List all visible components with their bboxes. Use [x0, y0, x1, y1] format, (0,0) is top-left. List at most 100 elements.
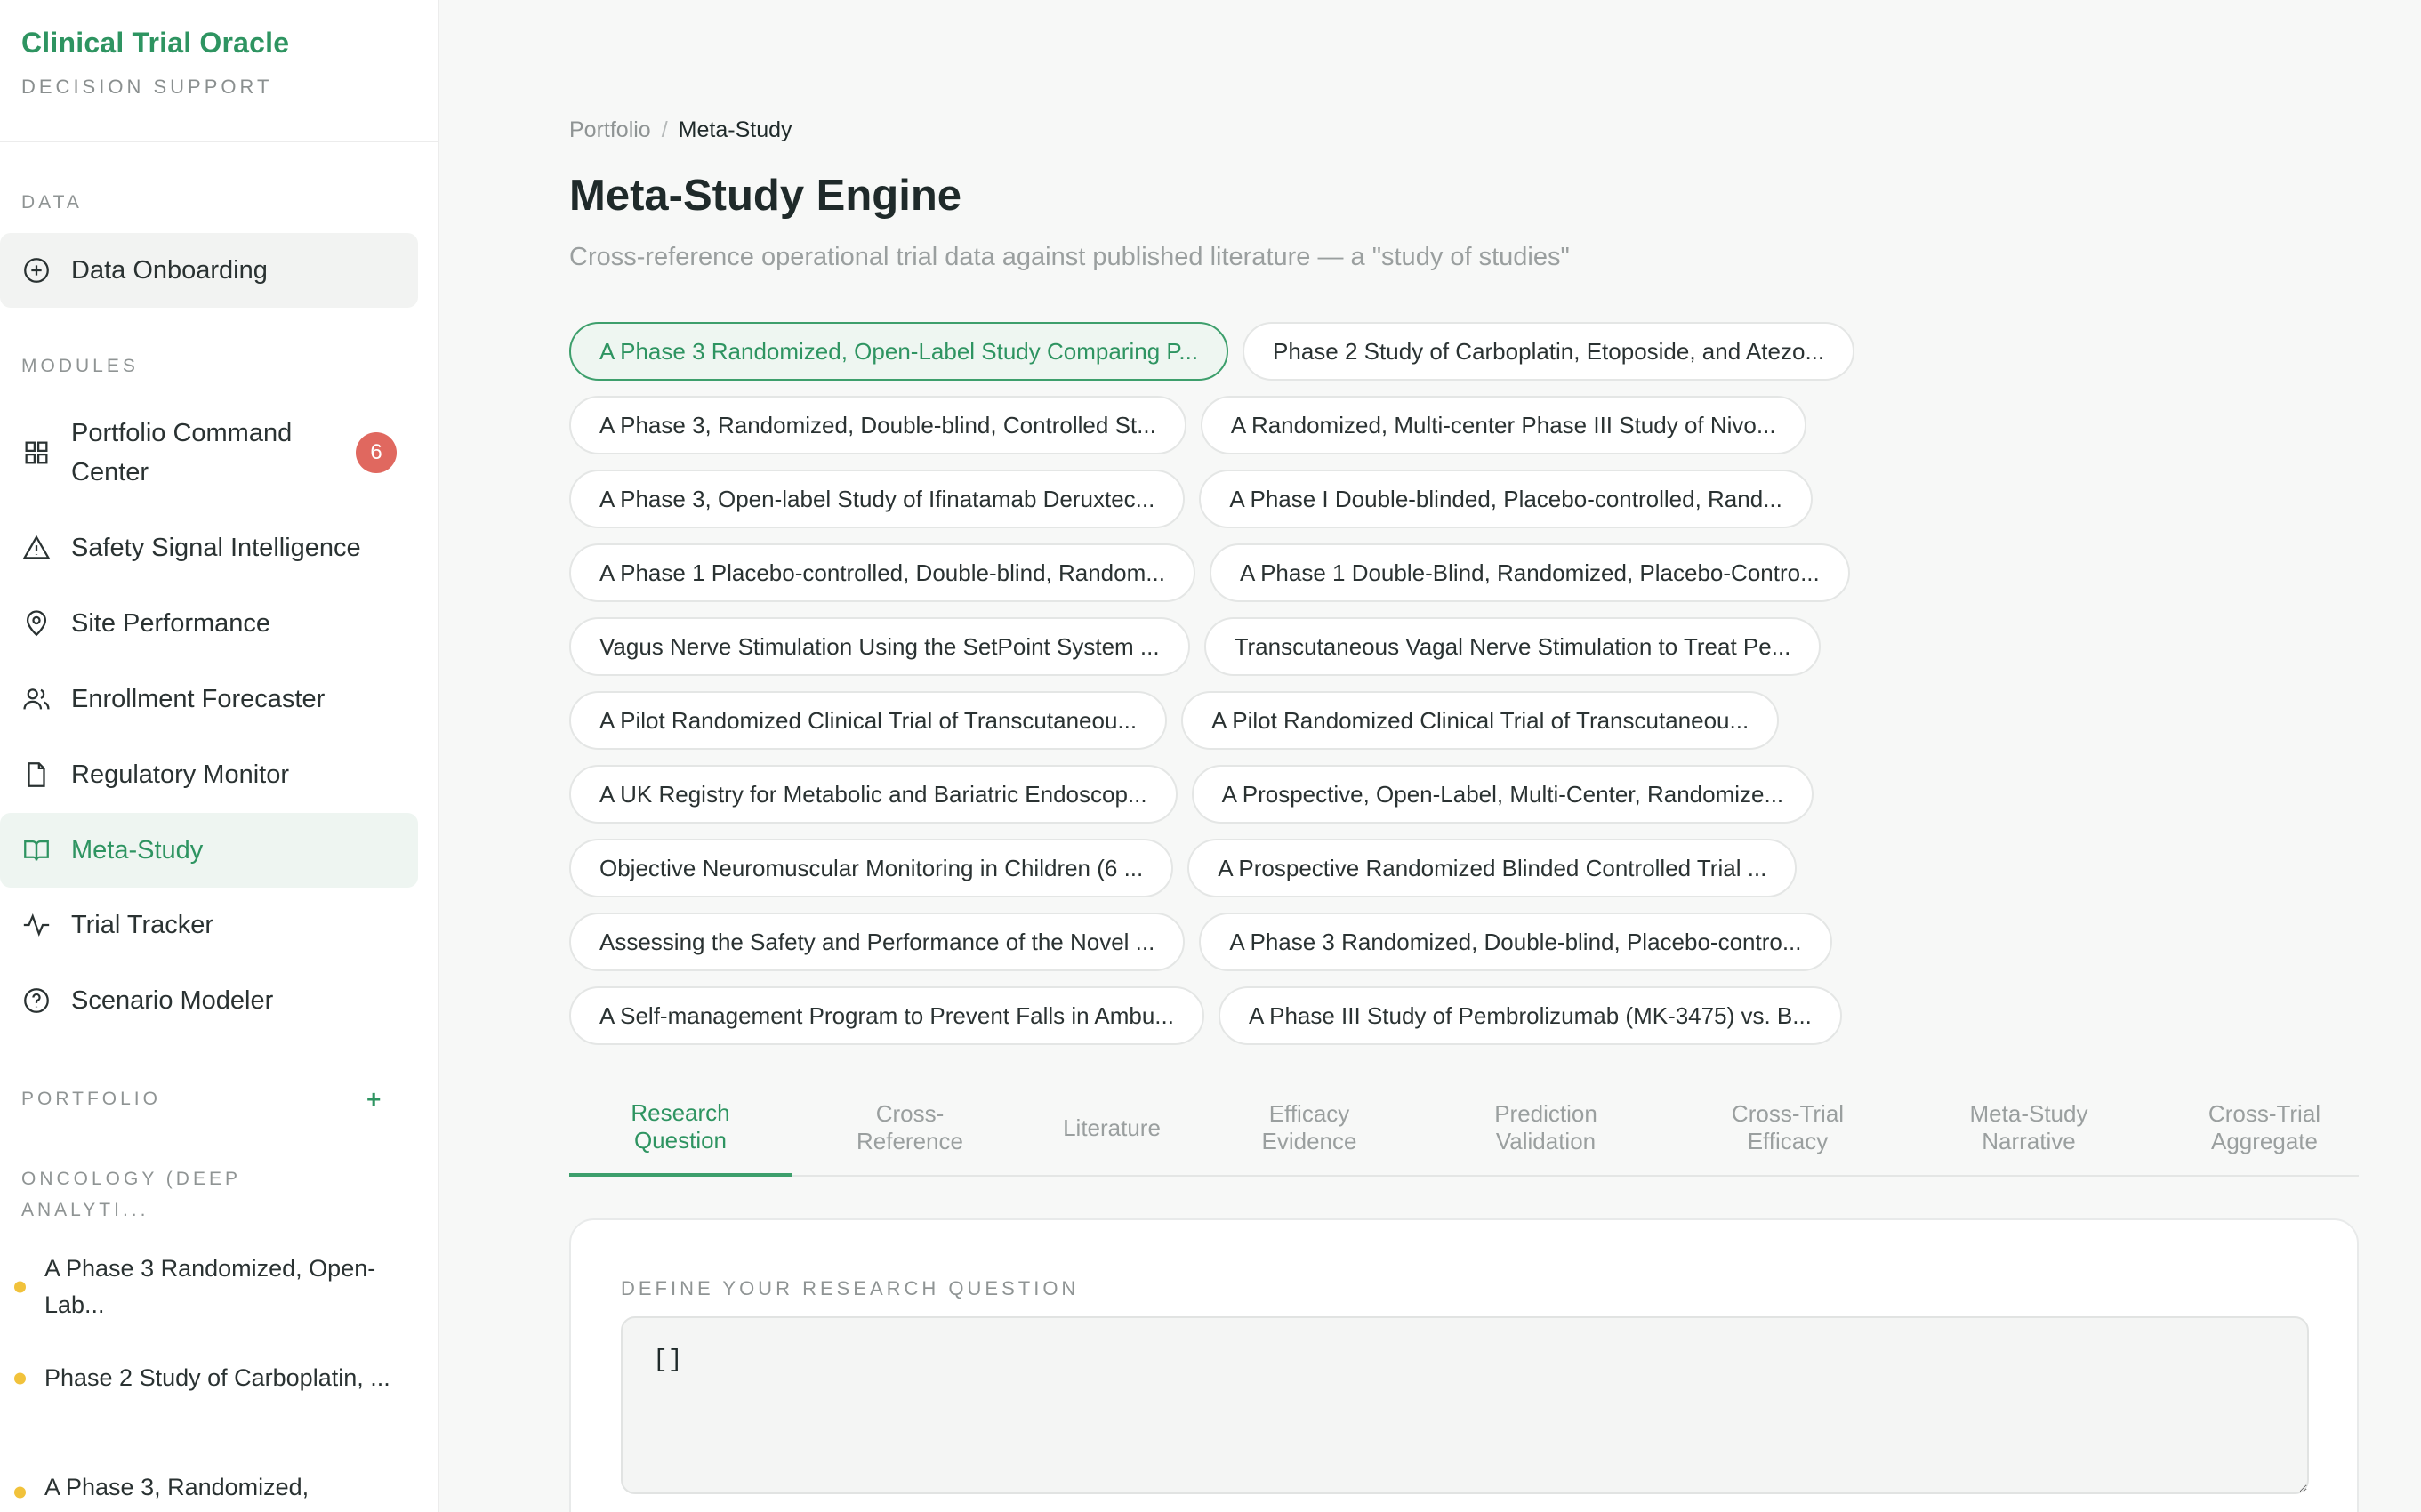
tab-cross-reference[interactable]: Cross- Reference — [808, 1081, 1012, 1175]
main-content: Portfolio / Meta-Study Meta-Study Engine C… — [569, 0, 2359, 1512]
trial-label: A Phase 3 Randomized, Open-Lab... — [44, 1255, 376, 1318]
trial-label: Phase 2 Study of Carboplatin, ... — [44, 1364, 390, 1391]
tab-label-line: Cross-Trial — [1731, 1100, 1845, 1127]
tab-label-line: Efficacy — [1747, 1128, 1829, 1154]
sidebar-item-portfolio-command-center[interactable]: Portfolio Command Center 6 — [0, 407, 418, 498]
chip-row: A UK Registry for Metabolic and Bariatri… — [569, 765, 1814, 824]
data-section-label: DATA — [21, 192, 83, 213]
portfolio-group-label[interactable]: ONCOLOGY (DEEP ANALYTI... — [21, 1163, 288, 1226]
brand: Clinical Trial Oracle DECISION SUPPORT — [0, 0, 438, 142]
study-chip[interactable]: A Phase I Double-blinded, Placebo-contro… — [1199, 470, 1813, 528]
help-circle-icon — [21, 985, 52, 1016]
tab-label-line: Research — [631, 1099, 730, 1126]
tab-cross-trial-aggregate[interactable]: Cross-Trial Aggregate — [2149, 1081, 2380, 1175]
study-chip[interactable]: Transcutaneous Vagal Nerve Stimulation t… — [1203, 617, 1822, 676]
sidebar-item-label: Scenario Modeler — [71, 985, 274, 1015]
chip-row: A Phase 3, Randomized, Double-blind, Con… — [569, 396, 1806, 454]
tab-label-line: Cross- — [875, 1100, 945, 1127]
status-dot — [14, 1372, 26, 1384]
study-chip[interactable]: A Phase 3, Randomized, Double-blind, Con… — [569, 396, 1186, 454]
tab-prediction-validation[interactable]: Prediction Validation — [1421, 1081, 1670, 1175]
chip-row: A Self-management Program to Prevent Fal… — [569, 986, 1842, 1045]
study-chip[interactable]: A Prospective, Open-Label, Multi-Center,… — [1191, 765, 1814, 824]
portfolio-section-label: PORTFOLIO — [21, 1089, 161, 1109]
chip-row: A Pilot Randomized Clinical Trial of Tra… — [569, 691, 1780, 750]
breadcrumb-separator: / — [661, 117, 668, 142]
tab-label-line: Narrative — [1982, 1128, 2076, 1154]
page-title: Meta-Study Engine — [569, 172, 962, 220]
study-chip[interactable]: A Pilot Randomized Clinical Trial of Tra… — [569, 691, 1168, 750]
sidebar-item-label: Safety Signal Intelligence — [71, 533, 361, 562]
sidebar-item-label: Data Onboarding — [71, 255, 268, 285]
study-chip[interactable]: A Phase 1 Placebo-controlled, Double-bli… — [569, 543, 1195, 602]
grid-icon — [21, 438, 52, 468]
tab-label-line: Reference — [857, 1128, 963, 1154]
study-chip[interactable]: A Phase 3 Randomized, Open-Label Study C… — [569, 322, 1229, 381]
sidebar-item-label: Trial Tracker — [71, 910, 214, 939]
sidebar-item-label: Enrollment Forecaster — [71, 684, 326, 713]
sidebar-item-trial-tracker[interactable]: Trial Tracker — [0, 888, 418, 962]
sidebar-item-meta-study[interactable]: Meta-Study — [0, 813, 418, 888]
tab-meta-study-narrative[interactable]: Meta-Study Narrative — [1909, 1081, 2149, 1175]
sidebar-item-regulatory-monitor[interactable]: Regulatory Monitor — [0, 737, 418, 812]
study-chip[interactable]: A Prospective Randomized Blinded Control… — [1187, 839, 1798, 897]
trial-label: A Phase 3, Randomized, — [44, 1474, 310, 1500]
sidebar-item-label: Site Performance — [71, 608, 271, 638]
tab-label-line: Efficacy — [1268, 1100, 1350, 1127]
research-question-card: DEFINE YOUR RESEARCH QUESTION [] — [569, 1218, 2359, 1512]
sidebar-item-site-performance[interactable]: Site Performance — [0, 586, 418, 661]
sidebar: Clinical Trial Oracle DECISION SUPPORT D… — [0, 0, 439, 1512]
tab-literature[interactable]: Literature — [1023, 1081, 1201, 1175]
breadcrumb-parent-link[interactable]: Portfolio — [569, 117, 651, 142]
chip-row: Vagus Nerve Stimulation Using the SetPoi… — [569, 617, 1822, 676]
sidebar-item-label: Regulatory Monitor — [71, 760, 289, 789]
research-question-input[interactable]: [] — [621, 1316, 2309, 1494]
tab-label-line: Question — [633, 1127, 728, 1154]
chip-row: Objective Neuromuscular Monitoring in Ch… — [569, 839, 1798, 897]
study-chip[interactable]: A Pilot Randomized Clinical Trial of Tra… — [1181, 691, 1780, 750]
study-chip[interactable]: A UK Registry for Metabolic and Bariatri… — [569, 765, 1178, 824]
study-chip[interactable]: A Phase III Study of Pembrolizumab (MK-3… — [1218, 986, 1842, 1045]
tab-label-line: Aggregate — [2211, 1128, 2318, 1154]
portfolio-trial-item[interactable]: Phase 2 Study of Carboplatin, ... — [0, 1360, 418, 1396]
study-chip[interactable]: A Randomized, Multi-center Phase III Stu… — [1200, 396, 1806, 454]
study-chip[interactable]: Phase 2 Study of Carboplatin, Etoposide,… — [1243, 322, 1855, 381]
sidebar-item-label: Portfolio Command Center — [71, 419, 293, 487]
status-dot — [14, 1486, 26, 1499]
tab-label-line: Literature — [1063, 1114, 1161, 1141]
tab-efficacy-evidence[interactable]: Efficacy Evidence — [1210, 1081, 1409, 1175]
study-chip[interactable]: A Phase 1 Double-Blind, Randomized, Plac… — [1209, 543, 1850, 602]
tab-label-line: Evidence — [1261, 1128, 1357, 1154]
add-portfolio-button[interactable]: + — [366, 1085, 381, 1114]
sidebar-item-scenario-modeler[interactable]: Scenario Modeler — [0, 963, 418, 1038]
warning-triangle-icon — [21, 533, 52, 563]
study-chip[interactable]: A Self-management Program to Prevent Fal… — [569, 986, 1204, 1045]
chip-row: A Phase 3, Open-label Study of Ifinatama… — [569, 470, 1813, 528]
tab-label-line: Prediction — [1494, 1100, 1597, 1127]
tab-label-line: Cross-Trial — [2208, 1100, 2321, 1127]
app-title[interactable]: Clinical Trial Oracle — [21, 27, 416, 60]
study-chip[interactable]: A Phase 3, Open-label Study of Ifinatama… — [569, 470, 1186, 528]
portfolio-trial-item[interactable]: A Phase 3, Randomized, — [0, 1469, 418, 1506]
tab-research-question[interactable]: Research Question — [569, 1081, 792, 1177]
study-chip[interactable]: Objective Neuromuscular Monitoring in Ch… — [569, 839, 1174, 897]
chip-row: A Phase 1 Placebo-controlled, Double-bli… — [569, 543, 1850, 602]
study-chip[interactable]: Vagus Nerve Stimulation Using the SetPoi… — [569, 617, 1190, 676]
document-icon — [21, 760, 52, 790]
book-open-icon — [21, 835, 52, 865]
status-dot — [14, 1281, 26, 1293]
study-chip[interactable]: Assessing the Safety and Performance of … — [569, 913, 1186, 971]
portfolio-trial-item[interactable]: A Phase 3 Randomized, Open-Lab... — [0, 1251, 418, 1323]
sidebar-item-safety-signal-intelligence[interactable]: Safety Signal Intelligence — [0, 511, 418, 585]
plus-circle-icon — [21, 255, 52, 286]
activity-icon — [21, 910, 52, 940]
page-subtitle: Cross-reference operational trial data a… — [569, 243, 1570, 271]
breadcrumb: Portfolio / Meta-Study — [569, 117, 792, 143]
study-chip[interactable]: A Phase 3 Randomized, Double-blind, Plac… — [1199, 913, 1832, 971]
sidebar-item-enrollment-forecaster[interactable]: Enrollment Forecaster — [0, 662, 418, 736]
notification-badge: 6 — [356, 432, 397, 473]
users-icon — [21, 684, 52, 714]
chip-row: A Phase 3 Randomized, Open-Label Study C… — [569, 322, 1855, 381]
tab-cross-trial-efficacy[interactable]: Cross-Trial Efficacy — [1672, 1081, 1903, 1175]
sidebar-item-data-onboarding[interactable]: Data Onboarding — [0, 233, 418, 308]
